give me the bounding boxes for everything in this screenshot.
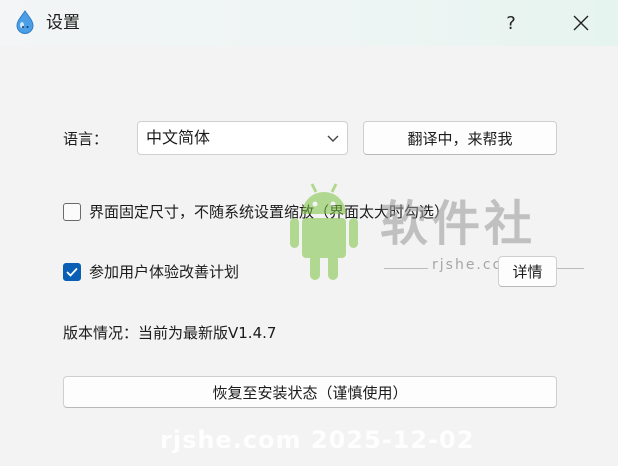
checkmark-icon <box>66 267 78 277</box>
android-watermark-icon <box>290 183 358 280</box>
details-label: 详情 <box>512 263 543 281</box>
reset-install-label: 恢复至安装状态（谨慎使用） <box>212 383 408 402</box>
help-button[interactable]: ? <box>488 0 534 46</box>
watermark-line-left <box>384 268 428 269</box>
translate-help-label: 翻译中，来帮我 <box>407 129 513 148</box>
version-info: 版本情况：当前为最新版V1.4.7 <box>63 324 277 342</box>
translate-help-button[interactable]: 翻译中，来帮我 <box>363 121 557 155</box>
help-label: ? <box>506 12 516 34</box>
language-select[interactable]: 中文简体 <box>137 121 348 155</box>
language-label: 语言： <box>63 130 109 148</box>
title-bar[interactable]: 设置 ? <box>0 0 618 46</box>
watermark-bottom-text: rjshe.com 2025-12-02 <box>160 426 475 454</box>
window-title: 设置 <box>46 13 80 33</box>
settings-window: 设置 ? 语言： 中文简体 翻译中，来帮我 界面固定尺寸，不随系统设置缩放（界面… <box>0 0 618 466</box>
reset-install-button[interactable]: 恢复至安装状态（谨慎使用） <box>63 376 557 408</box>
water-drop-icon <box>16 10 34 34</box>
close-button[interactable] <box>558 0 604 46</box>
close-icon <box>573 15 589 31</box>
ux-program-label[interactable]: 参加用户体验改善计划 <box>89 262 239 282</box>
details-button[interactable]: 详情 <box>498 256 557 287</box>
chevron-down-icon <box>327 135 339 142</box>
language-selected-value: 中文简体 <box>146 128 211 147</box>
ux-program-checkbox[interactable] <box>63 263 81 281</box>
watermark-brand: 软件社 <box>380 196 537 252</box>
fixed-size-checkbox[interactable] <box>63 203 81 221</box>
